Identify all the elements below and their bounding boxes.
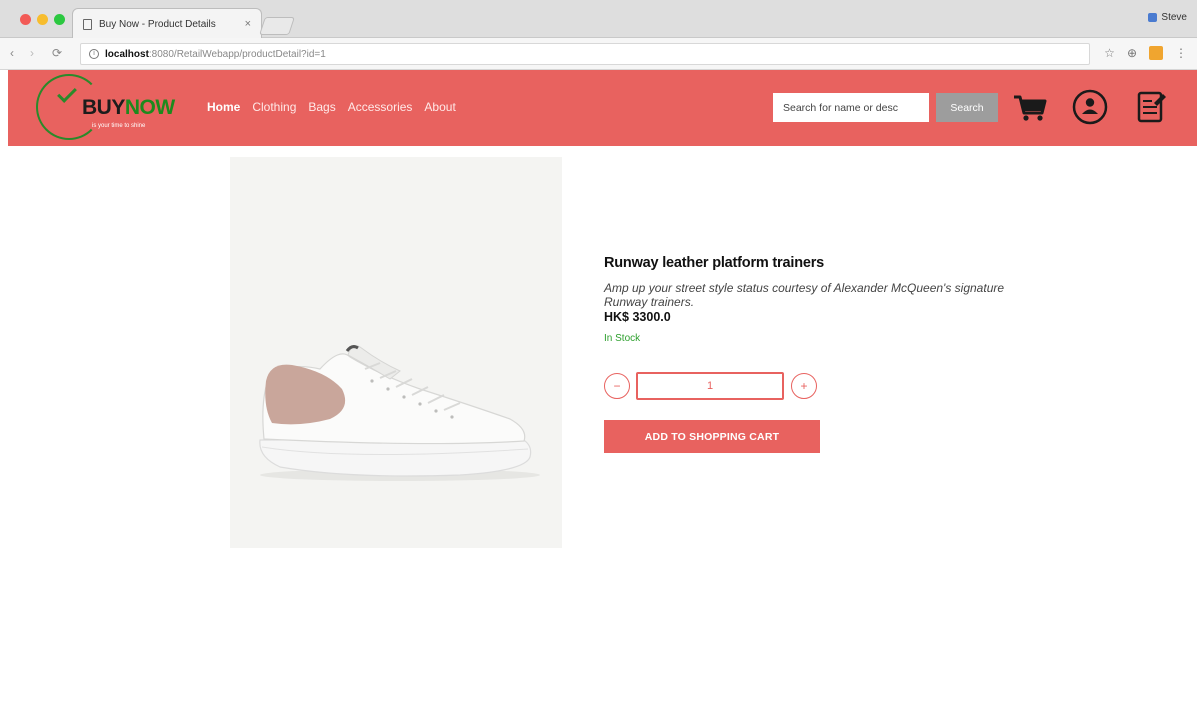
quantity-decrease-button[interactable]: − <box>604 373 630 399</box>
bookmark-star-icon[interactable]: ☆ <box>1104 46 1115 60</box>
nav-home[interactable]: Home <box>207 100 240 114</box>
site-logo[interactable]: BUYNOW is your time to shine <box>36 74 191 140</box>
order-history-icon[interactable] <box>1132 88 1170 126</box>
product-price: HK$ 3300.0 <box>604 310 671 324</box>
sneaker-illustration <box>259 345 540 481</box>
search-button[interactable]: Search <box>936 93 998 122</box>
minimize-window-button[interactable] <box>37 14 48 25</box>
url-host: localhost <box>105 48 149 60</box>
logo-wordmark: BUYNOW <box>82 96 175 119</box>
quantity-increase-button[interactable]: + <box>791 373 817 399</box>
url-path: :8080/RetailWebapp/productDetail?id=1 <box>148 48 326 60</box>
forward-button[interactable]: › <box>30 46 34 60</box>
nav-bags[interactable]: Bags <box>308 100 335 114</box>
nav-about[interactable]: About <box>424 100 455 114</box>
back-button[interactable]: ‹ <box>10 46 14 60</box>
account-icon[interactable] <box>1071 88 1109 126</box>
product-image <box>230 157 562 548</box>
main-nav: Home Clothing Bags Accessories About <box>207 100 456 114</box>
product-title: Runway leather platform trainers <box>604 255 825 271</box>
address-bar[interactable]: i localhost :8080/RetailWebapp/productDe… <box>80 43 1090 65</box>
quantity-stepper: − + <box>604 371 824 401</box>
close-window-button[interactable] <box>20 14 31 25</box>
extension-icon[interactable]: ⊕ <box>1127 46 1137 60</box>
browser-toolbar: ‹ › ⟳ i localhost :8080/RetailWebapp/pro… <box>0 38 1197 70</box>
tab-close-icon[interactable]: × <box>245 18 251 30</box>
person-icon <box>1148 13 1158 22</box>
site-header: BUYNOW is your time to shine Home Clothi… <box>8 70 1197 146</box>
nav-accessories[interactable]: Accessories <box>348 100 413 114</box>
info-icon[interactable]: i <box>89 49 99 59</box>
profile-button[interactable]: Steve <box>1148 12 1187 23</box>
browser-actions: ☆ ⊕ ⋮ <box>1104 46 1187 60</box>
menu-icon[interactable]: ⋮ <box>1175 46 1187 60</box>
profile-name: Steve <box>1161 12 1187 23</box>
browser-tab-active[interactable]: Buy Now - Product Details × <box>72 8 262 39</box>
new-tab-button[interactable] <box>259 17 295 35</box>
nav-clothing[interactable]: Clothing <box>252 100 296 114</box>
search-input[interactable] <box>773 93 929 122</box>
maximize-window-button[interactable] <box>54 14 65 25</box>
logo-tagline: is your time to shine <box>92 123 146 129</box>
extension-badge-icon[interactable] <box>1149 46 1163 60</box>
quantity-input[interactable] <box>636 372 784 400</box>
reload-button[interactable]: ⟳ <box>52 46 62 60</box>
product-info: Runway leather platform trainers Amp up … <box>604 255 1034 453</box>
shopping-cart-icon[interactable] <box>1011 88 1049 126</box>
tab-title: Buy Now - Product Details <box>99 18 216 30</box>
browser-tab-strip: Buy Now - Product Details × Steve <box>0 0 1197 39</box>
page-icon <box>83 18 92 30</box>
add-to-cart-button[interactable]: ADD TO SHOPPING CART <box>604 420 820 453</box>
product-description: Amp up your street style status courtesy… <box>604 281 1005 309</box>
stock-status: In Stock <box>604 333 641 344</box>
